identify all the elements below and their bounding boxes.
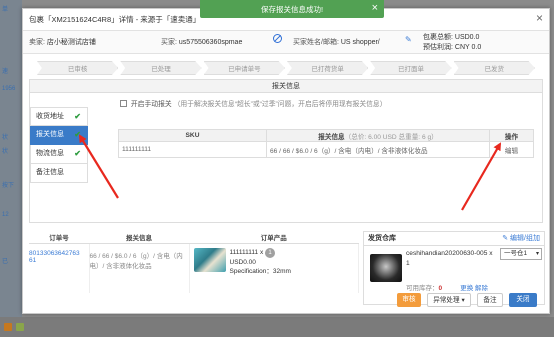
tab-logistics-info[interactable]: 物流信息 ✔ (30, 145, 88, 164)
customs-info-cell: 66 / 66 / $6.0 / 6（g）/ 含电（内电）/ 含非液体化妆品 (266, 141, 490, 158)
product-thumbnail (193, 247, 226, 272)
block-buyer-icon[interactable] (273, 34, 282, 43)
package-detail-modal: 包裹「XM2151624C4R8」详情 - 来源于「速卖通」 × 卖家: 店小秘… (22, 8, 550, 314)
warehouse-select[interactable]: 一号仓1 ▾ (500, 248, 542, 260)
step-shipped: 已发货 (453, 61, 535, 75)
toast-message: 保存报关信息成功! (260, 4, 324, 14)
replace-link[interactable]: 更换 (460, 285, 473, 292)
bg-snippet: 状 (2, 149, 9, 155)
bg-snippet: 状 (2, 135, 9, 141)
package-info-row: 卖家: 店小秘测试店铺 买家: us575506360spmae 买家姓名/邮箱… (23, 30, 549, 54)
bg-orange-square (4, 323, 12, 331)
remark-button[interactable]: 备注 (477, 293, 503, 307)
profit-label: 预估利润: (423, 44, 453, 51)
product-name: 111111111 x (229, 248, 264, 256)
edit-customs-link[interactable]: 编辑 (489, 141, 534, 158)
check-icon: ✔ (74, 149, 81, 158)
product-qty: 1 (265, 247, 276, 258)
close-icon[interactable]: × (536, 11, 543, 25)
check-icon: ✔ (74, 112, 81, 121)
order-product-table: 订单号 报关信息 订单产品 80133063642763 61 66 / 66 … (29, 231, 359, 293)
background-left-column: 单 速 1956 状 状 按下 12 已 (0, 0, 22, 337)
warehouse-stock: 可用库存：0 更换 解除 (406, 285, 488, 292)
chevron-down-icon: ▾ (535, 251, 539, 257)
order-customs-cell: 66 / 66 / $6.0 / 6（g）/ 含电（内电）/ 含非液体化妆品 (89, 243, 190, 293)
modal-title: 包裹「XM2151624C4R8」详情 - 来源于「速卖通」 (29, 15, 201, 24)
order-progress-steps: 已审核 已处理 已申请单号 已打荷货单 已打面单 已发货 (37, 61, 537, 75)
manual-customs-option: 开启手动报关 （用于解决报关信息“超长”或“过季”问题，开启后将停用现有报关信息… (120, 98, 387, 108)
bg-snippet: 速 (2, 69, 9, 75)
bg-snippet: 单 (2, 7, 9, 13)
warehouse-product-thumbnail (370, 254, 402, 282)
step-picking-printed: 已打荷货单 (286, 61, 369, 75)
total-label: 包裹总额: (423, 34, 453, 41)
col-header-order-no: 订单号 (29, 231, 89, 244)
manual-customs-checkbox[interactable] (120, 100, 127, 107)
table-row: 111111111 66 / 66 / $6.0 / 6（g）/ 含电（内电）/… (118, 141, 534, 158)
step-tracking-applied: 已申请单号 (203, 61, 285, 75)
success-toast: 保存报关信息成功! × (200, 0, 384, 18)
step-audited: 已审核 (37, 61, 119, 75)
tab-remark-info[interactable]: 备注信息 (30, 164, 88, 183)
profit-value: CNY 0.0 (454, 44, 482, 51)
manual-customs-hint: （用于解决报关信息“超长”或“过季”问题，开启后将停用现有报关信息） (173, 101, 387, 108)
unbind-link[interactable]: 解除 (475, 285, 488, 292)
buyer-name-info: 买家姓名/邮箱: US shopper/ (293, 39, 380, 46)
seller-info: 卖家: 店小秘测试店铺 (29, 39, 96, 46)
col-header-customs: 报关信息（总价: 6.00 USD 总重量: 6 g） (266, 129, 490, 142)
sku-link[interactable]: 111111111 (118, 141, 267, 158)
col-header-order-product: 订单产品 (189, 231, 359, 244)
package-totals: 包裹总额: USD0.0 预估利润: CNY 0.0 (423, 33, 481, 53)
exception-dropdown-button[interactable]: 异常处理 ▾ (427, 293, 471, 307)
product-price: USD0.00 (229, 258, 256, 266)
product-spec: Specification：32mm (229, 267, 291, 275)
col-header-action: 操作 (489, 129, 534, 142)
customs-total: （总价: 6.00 USD 总重量: 6 g） (344, 133, 438, 141)
edit-icon[interactable]: ✎ (405, 35, 412, 44)
col-header-order-customs: 报关信息 (89, 231, 189, 244)
bg-green-square (16, 323, 24, 331)
tab-customs-info[interactable]: 报关信息 ✔ (30, 126, 88, 145)
order-number-link[interactable]: 80133063642763 61 (29, 250, 80, 264)
edit-icon: ✎ (502, 235, 509, 242)
table-row: 80133063642763 61 66 / 66 / $6.0 / 6（g）/… (29, 243, 359, 293)
detail-side-tabs: 收货地址 ✔ 报关信息 ✔ 物流信息 ✔ 备注信息 (30, 107, 88, 183)
tab-shipping-address[interactable]: 收货地址 ✔ (30, 107, 88, 126)
edit-bundle-link[interactable]: ✎ 编辑/组加 (502, 232, 540, 246)
bg-snippet: 1956 (2, 86, 16, 92)
warehouse-sku: ceshihandian20200630-005 x 1 (406, 250, 493, 267)
customs-panel: 报关信息 收货地址 ✔ 报关信息 ✔ 物流信息 ✔ 备注信息 开启手动报关 （用… (29, 79, 543, 223)
product-info: 111111111 x 1 USD0.00 Specification：32mm (229, 247, 291, 276)
step-label-printed: 已打面单 (370, 61, 452, 75)
bg-snippet: 12 (2, 212, 9, 218)
col-header-sku: SKU (118, 129, 267, 142)
manual-customs-label: 开启手动报关 (130, 101, 172, 108)
close-button[interactable]: 关闭 (509, 293, 537, 307)
total-value: USD0.0 (454, 34, 480, 41)
audit-button[interactable]: 审核 (397, 293, 421, 307)
close-icon[interactable]: × (372, 2, 378, 14)
customs-sku-table: SKU 报关信息（总价: 6.00 USD 总重量: 6 g） 操作 11111… (118, 129, 534, 158)
customs-panel-title: 报关信息 (30, 80, 542, 93)
warehouse-header: 发货仓库 ✎ 编辑/组加 (364, 232, 544, 246)
buyer-info: 买家: us575506360spmae (161, 39, 243, 46)
step-processed: 已处理 (120, 61, 202, 75)
check-icon: ✔ (74, 130, 81, 139)
bg-snippet: 已 (2, 259, 9, 265)
bg-snippet: 按下 (2, 183, 15, 189)
background-bottom-bar (0, 317, 554, 337)
